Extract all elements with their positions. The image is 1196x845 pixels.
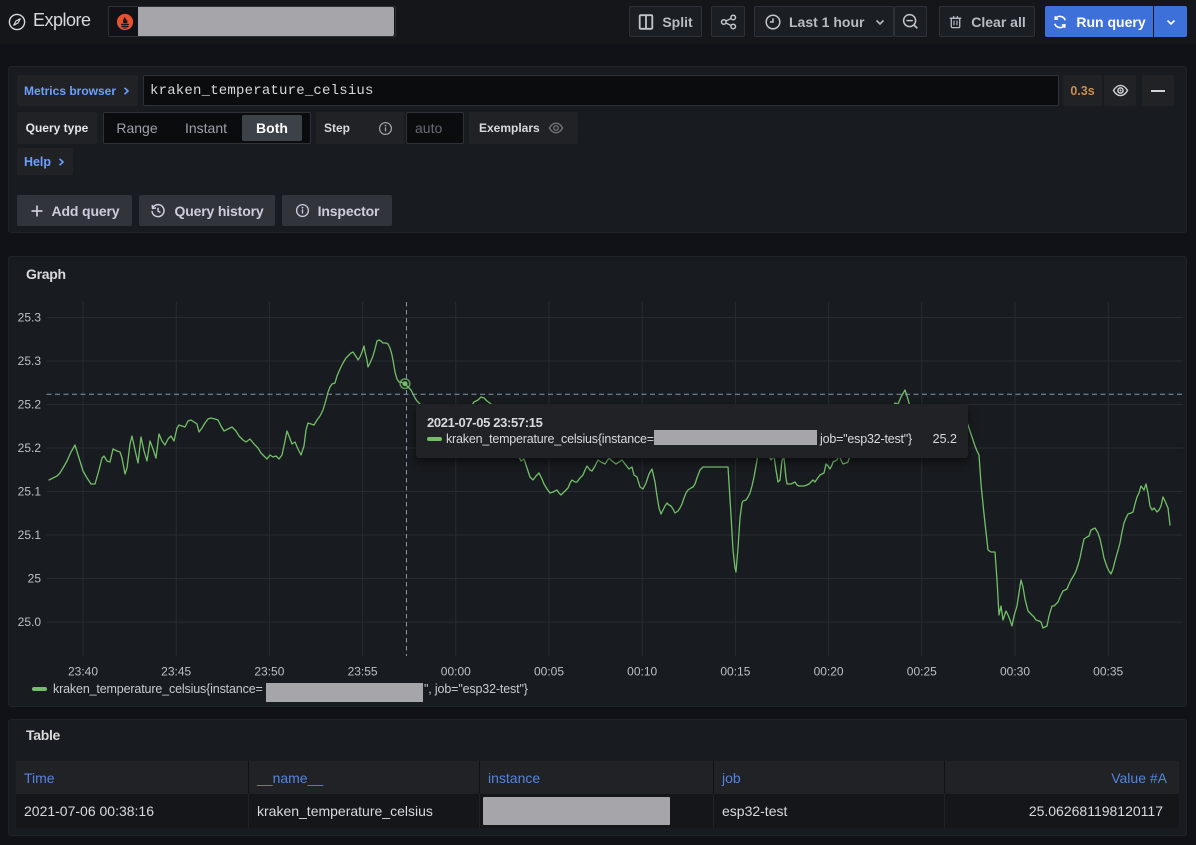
svg-text:00:05: 00:05 [534, 665, 564, 679]
svg-text:00:20: 00:20 [814, 665, 844, 679]
svg-text:23:50: 23:50 [254, 665, 284, 679]
svg-text:00:15: 00:15 [720, 665, 750, 679]
svg-text:25.0: 25.0 [18, 615, 42, 629]
svg-text:00:10: 00:10 [627, 665, 657, 679]
svg-text:23:55: 23:55 [348, 665, 378, 679]
svg-text:00:00: 00:00 [441, 665, 471, 679]
svg-text:25.2: 25.2 [18, 441, 42, 455]
svg-text:25: 25 [28, 572, 42, 586]
svg-text:", job="esp32-test"}: ", job="esp32-test"} [424, 682, 528, 696]
svg-text:25.3: 25.3 [18, 311, 42, 325]
svg-text:00:30: 00:30 [1000, 665, 1030, 679]
svg-text:23:40: 23:40 [68, 665, 98, 679]
svg-text:kraken_temperature_celsius{ins: kraken_temperature_celsius{instance= [53, 682, 263, 696]
svg-text:25.1: 25.1 [18, 485, 42, 499]
svg-text:00:35: 00:35 [1093, 665, 1123, 679]
svg-text:23:45: 23:45 [161, 665, 191, 679]
svg-text:25.1: 25.1 [18, 528, 42, 542]
svg-text:00:25: 00:25 [907, 665, 937, 679]
svg-text:25.2: 25.2 [18, 398, 42, 412]
svg-text:25.3: 25.3 [18, 354, 42, 368]
